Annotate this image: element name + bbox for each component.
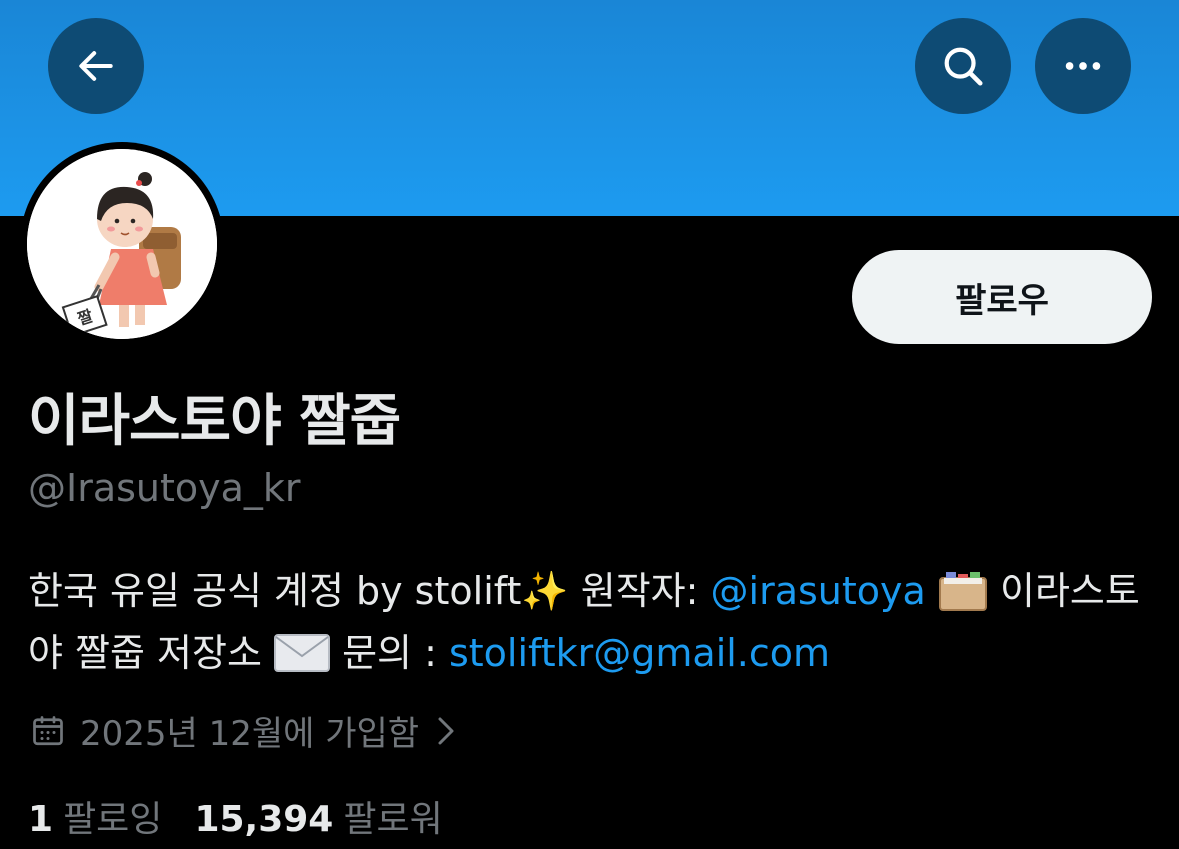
- card-index-dividers-icon: [938, 568, 988, 612]
- followers-stat[interactable]: 15,394 팔로워: [194, 790, 442, 842]
- more-horizontal-icon: [1065, 62, 1101, 70]
- avatar[interactable]: 짤: [20, 142, 224, 346]
- follow-stats: 1 팔로잉 15,394 팔로워: [28, 790, 443, 842]
- back-button[interactable]: [48, 18, 144, 114]
- sparkles-icon: ✨: [521, 569, 569, 613]
- avatar-illustration: 짤: [27, 149, 217, 339]
- search-icon: [944, 47, 983, 86]
- profile-bio: 한국 유일 공식 계정 by stolift✨ 원작자: @irasutoya …: [28, 560, 1148, 684]
- join-date[interactable]: 2025년 12월에 가입함: [30, 706, 459, 755]
- followers-count: 15,394: [194, 799, 334, 840]
- following-count: 1: [28, 799, 54, 840]
- avatar-image: 짤: [27, 149, 217, 339]
- mention-link[interactable]: @irasutoya: [711, 569, 926, 613]
- username-handle: @Irasutoya_kr: [28, 466, 301, 510]
- calendar-icon: [30, 713, 66, 749]
- email-link[interactable]: stoliftkr@gmail.com: [449, 631, 830, 675]
- more-button[interactable]: [1035, 18, 1131, 114]
- bio-text-2: 원작자:: [568, 569, 711, 613]
- envelope-icon: [274, 628, 330, 672]
- display-name: 이라스토야 짤줍: [28, 389, 401, 454]
- following-label: 팔로잉: [63, 799, 163, 840]
- following-stat[interactable]: 1 팔로잉: [28, 790, 162, 842]
- bio-text-1: 한국 유일 공식 계정 by stolift: [28, 569, 522, 613]
- bio-text-4: 문의 :: [330, 631, 449, 675]
- follow-button[interactable]: 팔로우: [852, 250, 1152, 344]
- arrow-left-icon: [79, 51, 113, 81]
- chevron-right-icon: [433, 713, 459, 749]
- search-button[interactable]: [915, 18, 1011, 114]
- followers-label: 팔로워: [343, 799, 443, 840]
- profile-page: 짤 팔로우 이라스토야 짤줍 @Irasutoya_kr 한국 유일 공식 계정…: [0, 0, 1179, 849]
- join-date-text: 2025년 12월에 가입함: [80, 714, 420, 754]
